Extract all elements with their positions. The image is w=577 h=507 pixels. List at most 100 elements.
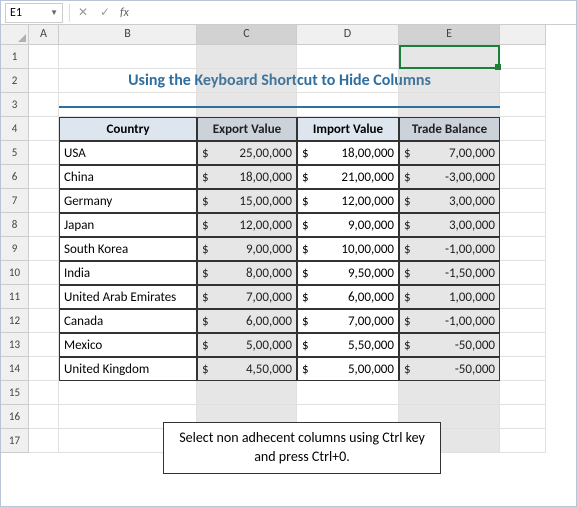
row-header[interactable]: 3 <box>1 93 29 117</box>
cell[interactable] <box>29 405 59 429</box>
row-header[interactable]: 9 <box>1 237 29 261</box>
row-header[interactable]: 17 <box>1 429 29 453</box>
cell[interactable] <box>59 93 197 117</box>
table-cell[interactable]: $4,50,000 <box>197 357 297 381</box>
cell[interactable] <box>29 213 59 237</box>
table-cell[interactable]: $3,00,000 <box>399 213 500 237</box>
th-balance[interactable]: Trade Balance <box>399 117 500 141</box>
chevron-down-icon[interactable]: ▼ <box>50 8 58 18</box>
table-cell[interactable]: Japan <box>59 213 197 237</box>
cell[interactable] <box>29 165 59 189</box>
table-cell[interactable]: $5,00,000 <box>197 333 297 357</box>
row-header[interactable]: 6 <box>1 165 29 189</box>
row-header[interactable]: 15 <box>1 381 29 405</box>
cell[interactable] <box>59 45 197 69</box>
row-header[interactable]: 2 <box>1 69 29 93</box>
cell[interactable] <box>500 189 546 213</box>
table-cell[interactable]: $-1,50,000 <box>399 261 500 285</box>
table-cell[interactable]: $21,00,000 <box>297 165 399 189</box>
table-cell[interactable]: $-50,000 <box>399 357 500 381</box>
table-cell[interactable]: $18,00,000 <box>197 165 297 189</box>
spreadsheet-grid[interactable]: A B C D E 12Using the Keyboard Shortcut … <box>1 25 576 453</box>
cell[interactable] <box>29 237 59 261</box>
th-country[interactable]: Country <box>59 117 197 141</box>
table-cell[interactable]: $6,00,000 <box>297 285 399 309</box>
table-cell[interactable]: Mexico <box>59 333 197 357</box>
cell[interactable] <box>29 45 59 69</box>
cell[interactable] <box>29 189 59 213</box>
row-header[interactable]: 7 <box>1 189 29 213</box>
cell[interactable] <box>197 381 297 405</box>
cell[interactable] <box>399 69 500 93</box>
cell[interactable] <box>29 93 59 117</box>
row-header[interactable]: 8 <box>1 213 29 237</box>
cell[interactable] <box>500 309 546 333</box>
row-header[interactable]: 1 <box>1 45 29 69</box>
row-header[interactable]: 5 <box>1 141 29 165</box>
cell[interactable] <box>197 45 297 69</box>
cell[interactable] <box>399 93 500 117</box>
cell[interactable]: Using the Keyboard Shortcut to Hide Colu… <box>59 69 197 93</box>
cell[interactable] <box>500 405 546 429</box>
fx-icon[interactable]: fx <box>120 6 129 20</box>
table-cell[interactable]: $7,00,000 <box>297 309 399 333</box>
cell[interactable] <box>500 213 546 237</box>
cell[interactable] <box>59 381 197 405</box>
cell[interactable] <box>29 357 59 381</box>
table-cell[interactable]: $7,00,000 <box>399 141 500 165</box>
row-header[interactable]: 16 <box>1 405 29 429</box>
table-cell[interactable]: Germany <box>59 189 197 213</box>
table-cell[interactable]: USA <box>59 141 197 165</box>
cell[interactable] <box>297 93 399 117</box>
col-header-e[interactable]: E <box>399 25 500 45</box>
table-cell[interactable]: United Arab Emirates <box>59 285 197 309</box>
table-cell[interactable]: $12,00,000 <box>197 213 297 237</box>
cell[interactable] <box>500 117 546 141</box>
row-header[interactable]: 11 <box>1 285 29 309</box>
cell[interactable] <box>500 165 546 189</box>
table-cell[interactable]: $9,00,000 <box>197 237 297 261</box>
table-cell[interactable]: $8,00,000 <box>197 261 297 285</box>
table-cell[interactable]: $6,00,000 <box>197 309 297 333</box>
cell[interactable] <box>500 69 546 93</box>
table-cell[interactable]: South Korea <box>59 237 197 261</box>
cell[interactable] <box>297 381 399 405</box>
cell[interactable] <box>29 261 59 285</box>
cell[interactable] <box>500 45 546 69</box>
table-cell[interactable]: $9,50,000 <box>297 261 399 285</box>
cell[interactable] <box>29 285 59 309</box>
cell[interactable] <box>399 45 500 69</box>
th-import[interactable]: Import Value <box>297 117 399 141</box>
table-cell[interactable]: India <box>59 261 197 285</box>
cell[interactable] <box>500 381 546 405</box>
table-cell[interactable]: $25,00,000 <box>197 141 297 165</box>
select-all-corner[interactable] <box>1 25 29 45</box>
cell[interactable] <box>29 309 59 333</box>
row-header[interactable]: 4 <box>1 117 29 141</box>
th-export[interactable]: Export Value <box>197 117 297 141</box>
col-header-b[interactable]: B <box>59 25 197 45</box>
cell[interactable] <box>500 237 546 261</box>
col-header-d[interactable]: D <box>297 25 399 45</box>
col-header-blank[interactable] <box>500 25 546 45</box>
cell[interactable] <box>500 261 546 285</box>
row-header[interactable]: 10 <box>1 261 29 285</box>
cell[interactable] <box>297 69 399 93</box>
table-cell[interactable]: $5,00,000 <box>297 357 399 381</box>
cell[interactable] <box>500 141 546 165</box>
col-header-a[interactable]: A <box>29 25 59 45</box>
name-box[interactable]: E1 ▼ <box>5 3 63 23</box>
table-cell[interactable]: $-3,00,000 <box>399 165 500 189</box>
cell[interactable] <box>500 357 546 381</box>
cell[interactable] <box>500 429 546 453</box>
row-header[interactable]: 14 <box>1 357 29 381</box>
table-cell[interactable]: $12,00,000 <box>297 189 399 213</box>
table-cell[interactable]: $10,00,000 <box>297 237 399 261</box>
table-cell[interactable]: $-1,00,000 <box>399 237 500 261</box>
cell[interactable] <box>29 69 59 93</box>
cell[interactable] <box>29 117 59 141</box>
table-cell[interactable]: $3,00,000 <box>399 189 500 213</box>
cell[interactable] <box>29 141 59 165</box>
table-cell[interactable]: $18,00,000 <box>297 141 399 165</box>
cell[interactable] <box>29 429 59 453</box>
